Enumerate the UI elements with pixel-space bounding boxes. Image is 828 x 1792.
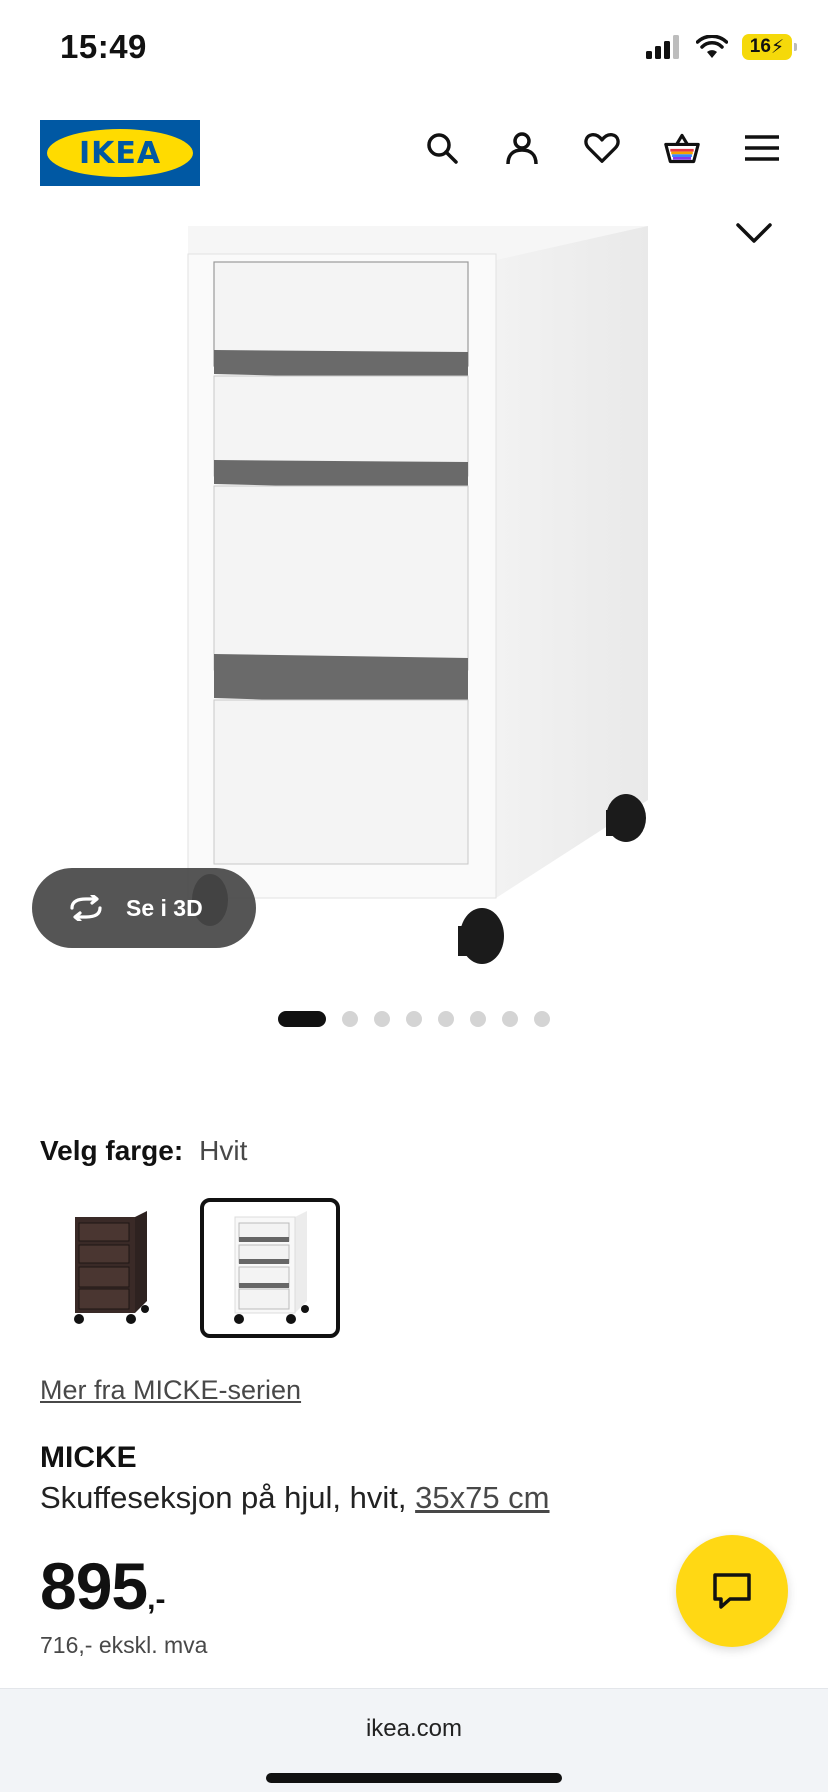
dark-brown-variant [74,1211,149,1324]
heart-icon[interactable] [584,130,620,166]
logo-oval: IKEA [47,129,193,177]
chat-button[interactable] [676,1535,788,1647]
rotate-3d-icon [70,895,102,921]
home-indicator[interactable] [266,1773,562,1783]
selected-color: Hvit [199,1135,248,1166]
url-field[interactable]: ikea.com [0,1715,828,1743]
menu-icon[interactable] [744,130,780,166]
color-swatches [40,1198,340,1338]
product-size-link[interactable]: 35x75 cm [415,1480,549,1515]
pagination-dot[interactable] [470,1011,486,1027]
bolt-icon: ⚡ [770,36,785,58]
status-time: 15:49 [60,28,147,65]
battery-level: 16 [749,36,771,57]
chat-icon [713,1573,751,1609]
header-icons [424,130,780,166]
status-icons: 16 ⚡ [646,34,797,60]
wifi-icon [696,35,728,58]
product-description: Skuffeseksjon på hjul, hvit, 35x75 cm [40,1480,550,1516]
product-description-text: Skuffeseksjon på hjul, hvit, [40,1480,407,1515]
series-link[interactable]: Mer fra MICKE-serien [40,1375,301,1406]
pagination-dot[interactable] [278,1011,326,1027]
white-variant [234,1211,309,1324]
search-icon[interactable] [424,130,460,166]
price-integer: 895 [40,1549,148,1623]
pagination-dot[interactable] [534,1011,550,1027]
color-swatch-white[interactable] [200,1198,340,1338]
signal-icon [646,35,679,59]
logo-text: IKEA [78,135,162,171]
product-name: MICKE [40,1441,137,1474]
color-selector-heading: Velg farge: Hvit [40,1135,247,1167]
browser-address-bar: ikea.com [0,1688,828,1792]
ikea-logo[interactable]: IKEA [40,120,200,186]
color-swatch-dark-brown[interactable] [40,1198,180,1338]
view-in-3d-button[interactable]: Se i 3D [32,868,256,948]
chevron-down-icon[interactable] [736,222,772,249]
price-ex-vat: 716,- ekskl. mva [40,1632,208,1658]
site-header: IKEA [0,100,828,210]
color-label: Velg farge: [40,1135,184,1166]
battery-charging-icon: 16 ⚡ [742,34,797,60]
gallery-pagination [278,1011,550,1027]
status-bar: 15:49 16 ⚡ [0,0,828,100]
cart-icon[interactable] [664,130,700,166]
pagination-dot[interactable] [374,1011,390,1027]
pagination-dot[interactable] [502,1011,518,1027]
price-decimals: ,- [147,1583,166,1616]
drawer-unit-illustration [187,226,648,964]
view-in-3d-label: Se i 3D [126,894,203,921]
product-price: 895,- [40,1548,165,1624]
product-image[interactable] [0,210,828,970]
account-icon[interactable] [504,130,540,166]
pagination-dot[interactable] [438,1011,454,1027]
pagination-dot[interactable] [342,1011,358,1027]
pagination-dot[interactable] [406,1011,422,1027]
